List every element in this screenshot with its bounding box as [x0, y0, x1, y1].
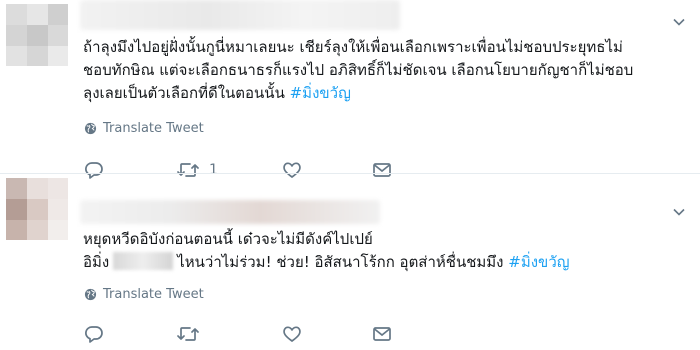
retweet-icon: [177, 327, 199, 341]
direct-message-button[interactable]: [372, 324, 392, 344]
tweet-2: หยุดหวีดอิบังก่อนตอนนี้ เด๋วจะไม่มีดังค์…: [0, 174, 700, 350]
hashtag-link[interactable]: #มิ่งขวัญ: [508, 253, 569, 271]
translate-tweet-button[interactable]: Translate Tweet: [84, 121, 204, 136]
reply-button[interactable]: [84, 324, 104, 344]
dm-icon: [373, 327, 391, 341]
avatar[interactable]: [6, 4, 68, 66]
tweet-text: หยุดหวีดอิบังก่อนตอนนี้ เด๋วจะไม่มีดังค์…: [83, 228, 688, 274]
avatar[interactable]: [6, 178, 68, 240]
like-button[interactable]: [282, 324, 302, 344]
globe-icon: [84, 122, 97, 135]
globe-icon: [84, 288, 97, 301]
tweet-line: ถ้าลุงมึงไปอยู่ฝั่งนั้นกูนี่หมาเลยนะ เชี…: [83, 38, 623, 56]
translate-label: Translate Tweet: [103, 121, 204, 136]
blurred-user-name[interactable]: [80, 200, 380, 224]
retweet-button[interactable]: [177, 324, 209, 344]
tweet-text: ถ้าลุงมึงไปอยู่ฝั่งนั้นกูนี่หมาเลยนะ เชี…: [83, 36, 688, 105]
translate-label: Translate Tweet: [103, 287, 204, 302]
translate-tweet-button[interactable]: Translate Tweet: [84, 287, 204, 302]
reply-icon: [85, 326, 103, 343]
tweet-line-text: ลุงเลยเป็นตัวเลือกที่ดีในตอนนั้น: [83, 84, 285, 102]
hashtag-link[interactable]: #มิ่งขวัญ: [290, 84, 351, 102]
like-icon: [283, 326, 301, 342]
tweet-actions: [84, 324, 404, 344]
tweet-line: ชอบทักษิณ แต่จะเลือกธนาธรก็แรงไป อภิสิทธ…: [83, 61, 634, 79]
tweet-1: ถ้าลุงมึงไปอยู่ฝั่งนั้นกูนี่หมาเลยนะ เชี…: [0, 0, 700, 179]
tweet-line: หยุดหวีดอิบังก่อนตอนนี้ เด๋วจะไม่มีดังค์…: [83, 230, 373, 248]
tweet-line: ลุงเลยเป็นตัวเลือกที่ดีในตอนนั้น #มิ่งขว…: [83, 82, 688, 105]
blurred-user-name[interactable]: [80, 0, 400, 30]
tweet-line: อิมิ่ง ไหนว่าไม่ร่วม! ช่วย! อิสัสนาโร้กก …: [83, 251, 688, 274]
redacted-text: [113, 252, 174, 270]
chevron-down-icon[interactable]: [672, 14, 686, 28]
chevron-down-icon[interactable]: [672, 204, 686, 218]
tweet-line-prefix: อิมิ่ง: [83, 253, 110, 271]
tweet-line-suffix: ไหนว่าไม่ร่วม! ช่วย! อิสัสนาโร้กก อุตส่า…: [177, 253, 504, 271]
